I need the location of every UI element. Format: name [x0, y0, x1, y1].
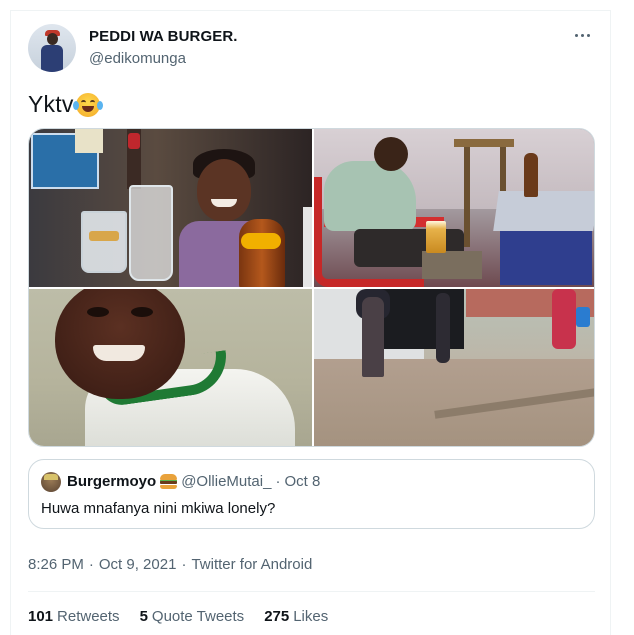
author-username[interactable]: @edikomunga [89, 50, 186, 67]
divider [28, 591, 595, 592]
author-display-name[interactable]: PEDDI WA BURGER. [89, 28, 238, 45]
retweets-stat[interactable]: 101 Retweets [28, 608, 120, 625]
quoted-author-handle[interactable]: @OllieMutai_ [181, 473, 271, 490]
quote-tweets-count: 5 [139, 608, 148, 625]
photo-smiling-boy[interactable] [29, 289, 312, 446]
likes-stat[interactable]: 275 Likes [264, 608, 328, 625]
more-dot [586, 33, 590, 37]
tweet-text: Yktv [28, 91, 103, 118]
retweets-count: 101 [28, 608, 54, 625]
retweets-label: Retweets [57, 608, 120, 625]
media-grid [28, 128, 595, 447]
avatar-body [41, 45, 63, 72]
tweet-time[interactable]: 8:26 PM [28, 556, 84, 573]
tweet-date[interactable]: Oct 9, 2021 [99, 556, 177, 573]
quote-tweets-stat[interactable]: 5 Quote Tweets [140, 608, 245, 625]
photo-sleeping-man[interactable] [314, 129, 594, 287]
meta-separator: · [88, 556, 94, 573]
avatar-head [47, 33, 58, 45]
quoted-separator: · [275, 473, 281, 490]
tweet-text-content: Yktv [28, 91, 74, 117]
author-avatar[interactable] [28, 24, 76, 72]
quoted-tweet[interactable]: Burgermoyo @OllieMutai_ · Oct 8 Huwa mna… [28, 459, 595, 529]
more-options-icon[interactable] [570, 27, 594, 43]
tweet-source[interactable]: Twitter for Android [191, 556, 312, 573]
quoted-tweet-header: Burgermoyo @OllieMutai_ · Oct 8 [67, 473, 320, 490]
face-with-tears-of-joy-icon [72, 92, 103, 117]
photo-street-scene[interactable] [314, 289, 594, 446]
more-dot [580, 33, 584, 37]
quoted-tweet-text: Huwa mnafanya nini mkiwa lonely? [41, 500, 276, 517]
likes-count: 275 [264, 608, 290, 625]
quoted-author-avatar[interactable] [41, 472, 61, 492]
tweet-metadata: 8:26 PM · Oct 9, 2021 · Twitter for Andr… [28, 556, 312, 573]
photo-bar-toast[interactable] [29, 129, 312, 287]
hamburger-icon [160, 474, 178, 489]
more-dot [574, 33, 578, 37]
likes-label: Likes [293, 608, 329, 625]
meta-separator: · [181, 556, 187, 573]
quoted-tweet-date[interactable]: Oct 8 [284, 473, 320, 490]
quoted-author-name[interactable]: Burgermoyo [67, 473, 156, 490]
tweet-card: PEDDI WA BURGER. @edikomunga Yktv Burger… [10, 10, 611, 635]
tweet-stats: 101 Retweets 5 Quote Tweets 275 Likes [28, 608, 328, 625]
quote-tweets-label: Quote Tweets [151, 608, 245, 625]
